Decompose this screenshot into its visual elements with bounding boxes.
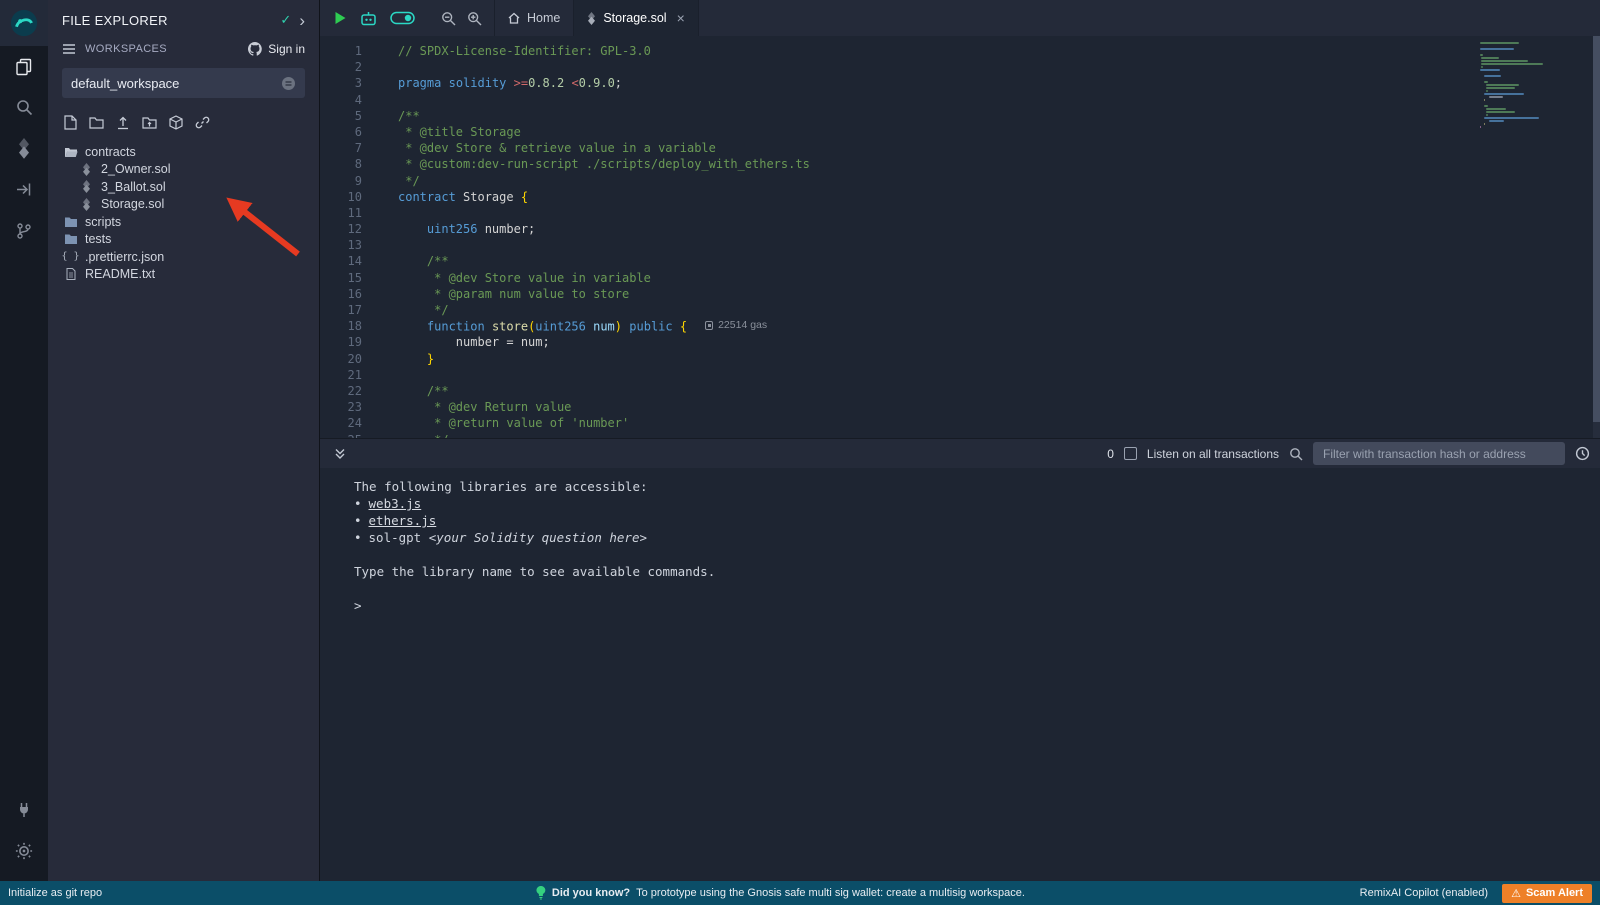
copilot-toggle[interactable]	[390, 11, 415, 25]
clock-icon[interactable]	[1575, 446, 1590, 461]
gas-estimate[interactable]: 22514 gas	[705, 319, 767, 331]
terminal-link[interactable]: web3.js	[369, 496, 422, 511]
github-icon	[248, 42, 262, 56]
terminal-toolbar: 0 Listen on all transactions	[320, 438, 1600, 468]
home-icon	[508, 12, 520, 24]
tab-storage-sol[interactable]: Storage.sol ×	[573, 0, 698, 36]
tree-item-readme-txt[interactable]: README.txt	[48, 266, 319, 284]
terminal-output[interactable]: The following libraries are accessible:•…	[320, 468, 1600, 881]
folder-icon	[63, 233, 78, 245]
tree-item-contracts[interactable]: contracts	[48, 143, 319, 161]
file-tree: contracts2_Owner.sol3_Ballot.solStorage.…	[48, 143, 319, 283]
git-icon[interactable]	[0, 210, 48, 251]
sol-icon	[79, 198, 94, 211]
solidity-file-icon	[587, 12, 596, 25]
panel-title: FILE EXPLORER	[62, 13, 168, 28]
create-file-icon[interactable]	[64, 115, 77, 130]
tree-item-2-owner-sol[interactable]: 2_Owner.sol	[48, 161, 319, 179]
did-you-know-tip: Did you know? To prototype using the Gno…	[536, 881, 1025, 905]
zoom-in-icon[interactable]	[467, 11, 482, 26]
upload-file-icon[interactable]	[116, 116, 130, 130]
terminal-prompt[interactable]: >	[354, 598, 362, 613]
tab-home[interactable]: Home	[494, 0, 573, 36]
warning-icon: ⚠	[1511, 887, 1521, 900]
workspace-name: default_workspace	[71, 76, 179, 91]
minimap[interactable]	[1480, 42, 1588, 129]
editor-tab-bar: Home Storage.sol ×	[320, 0, 1600, 36]
publish-cube-icon[interactable]	[169, 115, 183, 130]
main-area: Home Storage.sol × 123456789101112131415…	[320, 0, 1600, 881]
lightbulb-icon	[536, 886, 546, 900]
file-explorer-icon[interactable]	[0, 46, 48, 87]
settings-gear-icon[interactable]	[0, 830, 48, 871]
tree-item-storage-sol[interactable]: Storage.sol	[48, 196, 319, 214]
window-edge	[0, 905, 1600, 919]
file-icon	[63, 268, 78, 280]
transaction-count-badge: 0	[1107, 447, 1114, 461]
close-icon[interactable]: ×	[677, 10, 685, 26]
remix-ide-window: FILE EXPLORER ✓ › WORKSPACES Sign in def…	[0, 0, 1600, 881]
folder-open-icon	[63, 146, 78, 158]
json-icon: { }	[63, 251, 78, 262]
ai-assistant-icon[interactable]	[360, 11, 377, 26]
scam-alert-button[interactable]: ⚠ Scam Alert	[1502, 884, 1592, 903]
file-explorer-panel: FILE EXPLORER ✓ › WORKSPACES Sign in def…	[48, 0, 320, 881]
workspace-dropdown[interactable]: default_workspace	[62, 68, 305, 98]
tree-item-3-ballot-sol[interactable]: 3_Ballot.sol	[48, 178, 319, 196]
remix-logo[interactable]	[0, 0, 48, 46]
sol-icon	[79, 180, 94, 193]
zoom-out-icon[interactable]	[441, 11, 456, 26]
run-script-button[interactable]	[334, 11, 347, 25]
gas-icon	[705, 321, 713, 330]
search-icon[interactable]	[0, 87, 48, 128]
tree-item-prettierrc-json[interactable]: { }.prettierrc.json	[48, 248, 319, 266]
line-number-gutter: 1234567891011121314151617181920212223242…	[320, 36, 378, 438]
listen-all-checkbox[interactable]	[1124, 447, 1137, 460]
vertical-icon-panel	[0, 0, 48, 881]
workspace-options-icon[interactable]	[281, 76, 296, 91]
workspaces-menu-icon[interactable]	[62, 43, 76, 55]
transaction-filter-input[interactable]	[1313, 442, 1565, 465]
code-editor[interactable]: 1234567891011121314151617181920212223242…	[320, 36, 1600, 438]
link-icon[interactable]	[195, 115, 210, 130]
git-init-status[interactable]: Initialize as git repo	[8, 887, 102, 899]
deploy-run-icon[interactable]	[0, 169, 48, 210]
editor-scrollbar[interactable]	[1593, 36, 1600, 438]
sign-in-button[interactable]: Sign in	[248, 42, 305, 56]
expand-terminal-icon[interactable]	[334, 448, 346, 460]
plugin-manager-icon[interactable]	[0, 789, 48, 830]
code-content[interactable]: // SPDX-License-Identifier: GPL-3.0pragm…	[378, 36, 1600, 438]
tree-item-tests[interactable]: tests	[48, 231, 319, 249]
terminal-search-icon	[1289, 447, 1303, 461]
check-icon: ✓	[280, 12, 291, 28]
status-bar: Initialize as git repo Did you know? To …	[0, 881, 1600, 905]
tree-item-scripts[interactable]: scripts	[48, 213, 319, 231]
terminal-link[interactable]: ethers.js	[369, 513, 437, 528]
copilot-status[interactable]: RemixAI Copilot (enabled)	[1360, 887, 1488, 899]
solidity-compiler-icon[interactable]	[0, 128, 48, 169]
folder-icon	[63, 216, 78, 228]
sol-icon	[79, 163, 94, 176]
workspaces-label: WORKSPACES	[85, 43, 167, 55]
listen-all-label[interactable]: Listen on all transactions	[1147, 447, 1279, 461]
upload-folder-icon[interactable]	[142, 116, 157, 129]
chevron-right-icon[interactable]: ›	[299, 12, 305, 29]
create-folder-icon[interactable]	[89, 116, 104, 129]
